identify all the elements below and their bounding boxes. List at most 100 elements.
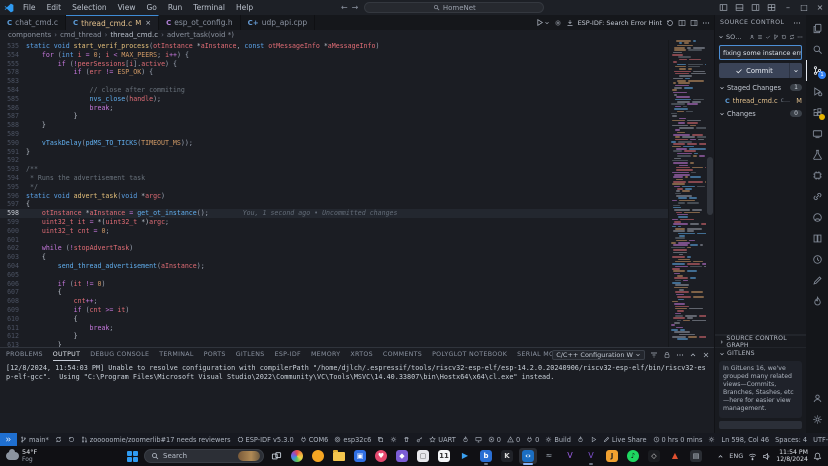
breadcrumb[interactable]: components›cmd_thread›thread_cmd.c›adver… [0, 30, 714, 40]
minimize-button[interactable]: – [780, 0, 796, 15]
code-line[interactable]: 535static void start_verif_process(otIns… [0, 42, 668, 51]
commit-message-input[interactable]: fixing some instance errors [719, 45, 802, 60]
nav-forward-icon[interactable]: → [352, 3, 359, 12]
download-icon[interactable] [566, 18, 574, 27]
commit-button[interactable]: Commit [719, 63, 802, 78]
code-line[interactable]: 601 [0, 236, 668, 245]
code-line[interactable]: 604 send_thread_advertisement(aInstance)… [0, 262, 668, 271]
more-icon[interactable] [797, 33, 803, 41]
output-filter-icon[interactable] [650, 350, 658, 359]
commit-dropdown[interactable] [789, 63, 802, 78]
code-line[interactable]: 554 for (int i = 0; i < MAX_PEERS; i++) … [0, 51, 668, 60]
code-line[interactable]: 585 nvs_close(handle); [0, 95, 668, 104]
status-time-tracker[interactable]: 0 hrs 0 mins [650, 433, 706, 446]
breadcrumb-item[interactable]: cmd_thread [60, 31, 102, 39]
panel-tab-problems[interactable]: PROBLEMS [6, 349, 43, 360]
status-flash[interactable] [459, 433, 472, 446]
taskbar-app-frame-app[interactable]: ▢ [414, 448, 432, 464]
weather-widget[interactable]: 54°F Fog [0, 449, 37, 463]
activity-account-icon[interactable] [806, 388, 828, 409]
activity-testing-icon[interactable] [806, 144, 828, 165]
status-device-target[interactable]: esp32c6 [331, 433, 374, 446]
status-warnings[interactable]: 0 [504, 433, 523, 446]
code-line[interactable]: 586 break; [0, 104, 668, 113]
menu-selection[interactable]: Selection [67, 2, 112, 13]
output-log[interactable]: [12/8/2024, 11:54:03 PM] Unable to resol… [0, 361, 714, 433]
taskbar-app-photos[interactable]: ▣ [351, 448, 369, 464]
menu-help[interactable]: Help [231, 2, 258, 13]
lock-scroll-icon[interactable] [663, 350, 671, 359]
status-espidf-version[interactable]: ESP-IDF v5.3.0 [234, 433, 297, 446]
status-monitor[interactable] [472, 433, 485, 446]
menu-view[interactable]: View [113, 2, 141, 13]
activity-settings-icon[interactable] [806, 409, 828, 430]
gitlens-walkthrough-button[interactable] [719, 421, 802, 429]
activity-remote-explorer-icon[interactable] [806, 123, 828, 144]
code-line[interactable]: 606 if (it != 0) [0, 280, 668, 289]
code-line[interactable]: 595 */ [0, 183, 668, 192]
status-pull-request[interactable]: zooooomie/zoomerlib#17 needs reviewers [78, 433, 234, 446]
staged-file-row[interactable]: C thread_cmd.c compone… M [715, 94, 806, 107]
close-tab-icon[interactable]: × [145, 19, 151, 27]
history-icon[interactable] [781, 33, 787, 41]
panel-maximize-icon[interactable] [689, 350, 697, 359]
taskbar-app-spotify[interactable]: ♪ [624, 448, 642, 464]
code-line[interactable]: 602 while (!stopAdvertTask) [0, 244, 668, 253]
taskbar-app-heart-app[interactable]: ♥ [372, 448, 390, 464]
status-errors[interactable]: 0 [485, 433, 504, 446]
maximize-button[interactable]: □ [796, 0, 812, 15]
code-line[interactable]: 603 { [0, 253, 668, 262]
code-line[interactable]: 605 [0, 271, 668, 280]
code-line[interactable]: 600 uint32_t cnt = 0; [0, 227, 668, 236]
command-center-search[interactable]: HomeNet [364, 2, 544, 13]
status-gear[interactable] [387, 433, 400, 446]
tab-udp_api.cpp[interactable]: C+udp_api.cpp [241, 15, 316, 30]
taskbar-app-calendar[interactable]: 11 [435, 448, 453, 464]
activity-source-control-icon[interactable]: 1 [806, 60, 828, 81]
code-line-current[interactable]: 598 otInstance *aInstance = get_ot_insta… [0, 209, 668, 218]
status-uart[interactable]: UART [426, 433, 458, 446]
panel-more-icon[interactable] [676, 350, 684, 359]
staged-changes-row[interactable]: Staged Changes 1 [715, 81, 806, 94]
changes-row[interactable]: Changes 0 [715, 107, 806, 120]
status-live-share[interactable]: Live Share [600, 433, 650, 446]
taskbar-app-photos-wheel[interactable] [288, 448, 306, 464]
menu-terminal[interactable]: Terminal [188, 2, 230, 13]
status-encoding[interactable]: UTF-8 [810, 433, 828, 446]
activity-docker-icon[interactable] [806, 291, 828, 312]
status-sync[interactable] [52, 433, 65, 446]
menu-file[interactable]: File [18, 2, 41, 13]
code-line[interactable]: 610 { [0, 315, 668, 324]
taskbar-app-j-app[interactable]: J [603, 448, 621, 464]
taskbar-app-unity[interactable]: ◇ [645, 448, 663, 464]
panel-close-icon[interactable] [702, 350, 710, 359]
tab-esp_ot_config.h[interactable]: Cesp_ot_config.h [159, 15, 241, 30]
start-button[interactable] [123, 448, 141, 464]
gear-icon[interactable] [554, 18, 562, 27]
status-key[interactable] [413, 433, 426, 446]
taskbar-app-file-explorer[interactable] [330, 448, 348, 464]
breadcrumb-item[interactable]: advert_task(void *) [167, 31, 234, 39]
taskbar-app-deluge[interactable]: ◆ [393, 448, 411, 464]
code-line[interactable]: 590 vTaskDelay(pdMS_TO_TICKS(TIMEOUT_MS)… [0, 139, 668, 148]
gitlens-section[interactable]: GITLENS [715, 347, 806, 359]
output-channel-dropdown[interactable]: C/C++ Configuration W [552, 350, 645, 360]
activity-clock-icon[interactable] [806, 249, 828, 270]
status-launchpad[interactable] [65, 433, 78, 446]
taskbar-app-visual-studio-2[interactable]: V [582, 448, 600, 464]
panel-tab-xrtos[interactable]: XRTOS [350, 349, 373, 360]
status-build[interactable]: Build [542, 433, 574, 446]
panel-tab-terminal[interactable]: TERMINAL [159, 349, 193, 360]
panel-tab-polyglot-notebook[interactable]: POLYGLOT NOTEBOOK [432, 349, 507, 360]
activity-notebook-icon[interactable] [806, 228, 828, 249]
code-line[interactable]: 589 [0, 130, 668, 139]
activity-github-icon[interactable] [806, 207, 828, 228]
status-serial-port[interactable]: COM6 [297, 433, 332, 446]
activity-run-debug-icon[interactable] [806, 81, 828, 102]
timeline-icon[interactable] [666, 18, 674, 27]
code-editor[interactable]: 535static void start_verif_process(otIns… [0, 40, 714, 347]
panel-tab-comments[interactable]: COMMENTS [383, 349, 422, 360]
close-button[interactable]: × [812, 0, 828, 15]
tab-thread_cmd.c[interactable]: Cthread_cmd.cM× [66, 15, 159, 30]
panel-tab-esp-idf[interactable]: ESP-IDF [275, 349, 301, 360]
